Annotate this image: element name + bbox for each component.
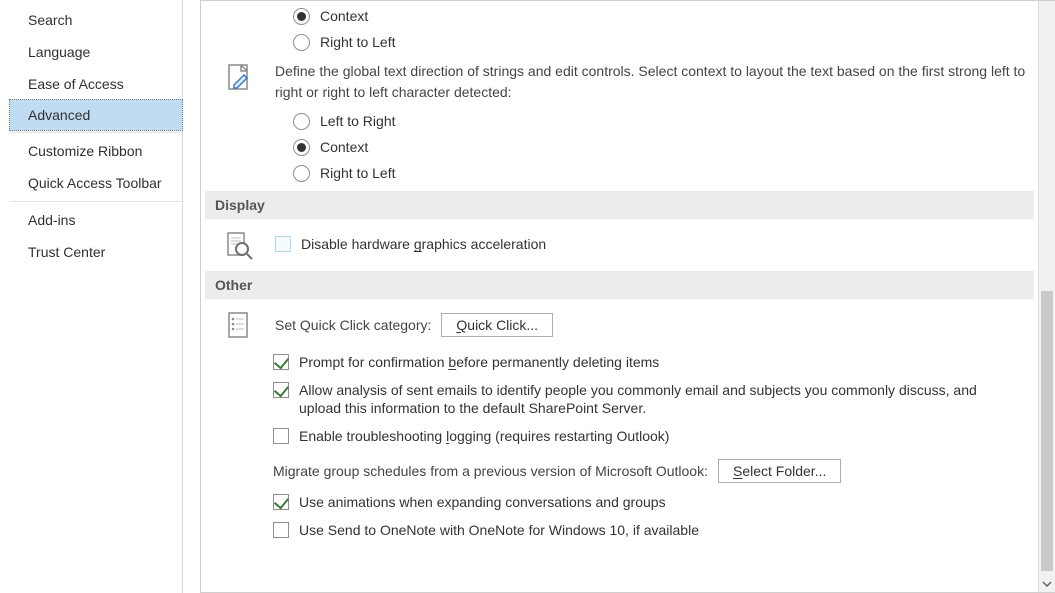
scroll-down-button[interactable] <box>1039 576 1055 592</box>
bidi-cursor-options: Context Right to Left <box>201 7 1038 51</box>
sidebar-item-label: Search <box>28 12 72 28</box>
sidebar-item-search[interactable]: Search <box>10 4 182 36</box>
sidebar-item-label: Quick Access Toolbar <box>28 175 162 191</box>
migrate-label: Migrate group schedules from a previous … <box>273 463 708 479</box>
global-direction-description: Define the global text direction of stri… <box>275 61 1028 102</box>
radio-option-left-to-right[interactable]: Left to Right <box>293 112 1038 130</box>
list-document-icon <box>219 307 261 343</box>
radio-label: Right to Left <box>320 33 396 51</box>
select-folder-button[interactable]: Select Folder... <box>718 459 841 483</box>
global-text-direction-block: Define the global text direction of stri… <box>201 59 1038 108</box>
checkbox-prompt-delete[interactable]: Prompt for confirmation before permanent… <box>273 353 1038 371</box>
radio-label: Right to Left <box>320 164 396 182</box>
vertical-scrollbar[interactable] <box>1038 1 1055 592</box>
radio-icon[interactable] <box>293 165 310 182</box>
radio-label: Left to Right <box>320 112 396 130</box>
sidebar-item-label: Trust Center <box>28 244 105 260</box>
content-wrap: Context Right to Left <box>200 0 1055 593</box>
options-sidebar: Search Language Ease of Access Advanced … <box>10 0 183 593</box>
scrollbar-track[interactable] <box>1039 1 1055 576</box>
sidebar-divider <box>10 201 182 202</box>
section-header-other: Other <box>205 271 1034 299</box>
sidebar-item-label: Customize Ribbon <box>28 143 142 159</box>
checkbox-icon[interactable] <box>273 382 289 398</box>
sidebar-divider <box>10 132 182 133</box>
section-header-display: Display <box>205 191 1034 219</box>
magnifier-document-icon <box>219 227 261 263</box>
sidebar-item-add-ins[interactable]: Add-ins <box>10 204 182 236</box>
radio-icon[interactable] <box>293 8 310 25</box>
sidebar-item-label: Add-ins <box>28 212 75 228</box>
radio-option-right-to-left[interactable]: Right to Left <box>293 164 1038 182</box>
other-options-list: Prompt for confirmation before permanent… <box>201 353 1038 540</box>
scrollbar-thumb[interactable] <box>1041 291 1053 571</box>
checkbox-label: Disable hardware graphics acceleration <box>301 235 546 253</box>
layout-gap <box>183 0 200 593</box>
checkbox-allow-analysis[interactable]: Allow analysis of sent emails to identif… <box>273 381 1038 417</box>
radio-icon[interactable] <box>293 34 310 51</box>
checkbox-label: Use animations when expanding conversati… <box>299 493 666 511</box>
sidebar-item-trust-center[interactable]: Trust Center <box>10 236 182 268</box>
checkbox-label: Enable troubleshooting logging (requires… <box>299 427 669 445</box>
edit-document-icon <box>219 59 261 95</box>
sidebar-item-label: Language <box>28 44 90 60</box>
checkbox-icon[interactable] <box>273 428 289 444</box>
radio-option-context[interactable]: Context <box>293 138 1038 156</box>
quick-click-button[interactable]: Quick Click... <box>441 313 553 337</box>
sidebar-item-customize-ribbon[interactable]: Customize Ribbon <box>10 135 182 167</box>
radio-label: Context <box>320 7 368 25</box>
sidebar-item-label: Ease of Access <box>28 76 124 92</box>
checkbox-use-animations[interactable]: Use animations when expanding conversati… <box>273 493 1038 511</box>
checkbox-icon[interactable] <box>273 354 289 370</box>
checkbox-enable-logging[interactable]: Enable troubleshooting logging (requires… <box>273 427 1038 445</box>
radio-icon[interactable] <box>293 113 310 130</box>
checkbox-icon[interactable] <box>273 494 289 510</box>
radio-label: Context <box>320 138 368 156</box>
checkbox-label: Use Send to OneNote with OneNote for Win… <box>299 521 699 539</box>
global-direction-options: Left to Right Context Right to Left <box>201 112 1038 183</box>
checkbox-icon[interactable] <box>275 236 291 252</box>
checkbox-icon[interactable] <box>273 522 289 538</box>
checkbox-label: Prompt for confirmation before permanent… <box>299 353 659 371</box>
app-window: Search Language Ease of Access Advanced … <box>0 0 1055 593</box>
sidebar-item-language[interactable]: Language <box>10 36 182 68</box>
radio-icon[interactable] <box>293 139 310 156</box>
sidebar-item-label: Advanced <box>28 107 90 123</box>
left-gutter <box>0 0 10 593</box>
quick-click-label: Set Quick Click category: <box>275 317 431 333</box>
options-content: Context Right to Left <box>201 1 1038 592</box>
checkbox-label: Allow analysis of sent emails to identif… <box>299 381 1019 417</box>
display-row: Disable hardware graphics acceleration <box>201 227 1038 263</box>
sidebar-item-quick-access-toolbar[interactable]: Quick Access Toolbar <box>10 167 182 199</box>
radio-option-context[interactable]: Context <box>293 7 1038 25</box>
sidebar-item-advanced[interactable]: Advanced <box>9 99 183 131</box>
checkbox-disable-hw-accel[interactable]: Disable hardware graphics acceleration <box>275 235 1028 253</box>
sidebar-item-ease-of-access[interactable]: Ease of Access <box>10 68 182 100</box>
content-scroll-frame: Context Right to Left <box>200 0 1055 593</box>
other-quickclick-row: Set Quick Click category: Quick Click... <box>201 307 1038 343</box>
radio-option-right-to-left[interactable]: Right to Left <box>293 33 1038 51</box>
checkbox-use-onenote[interactable]: Use Send to OneNote with OneNote for Win… <box>273 521 1038 539</box>
